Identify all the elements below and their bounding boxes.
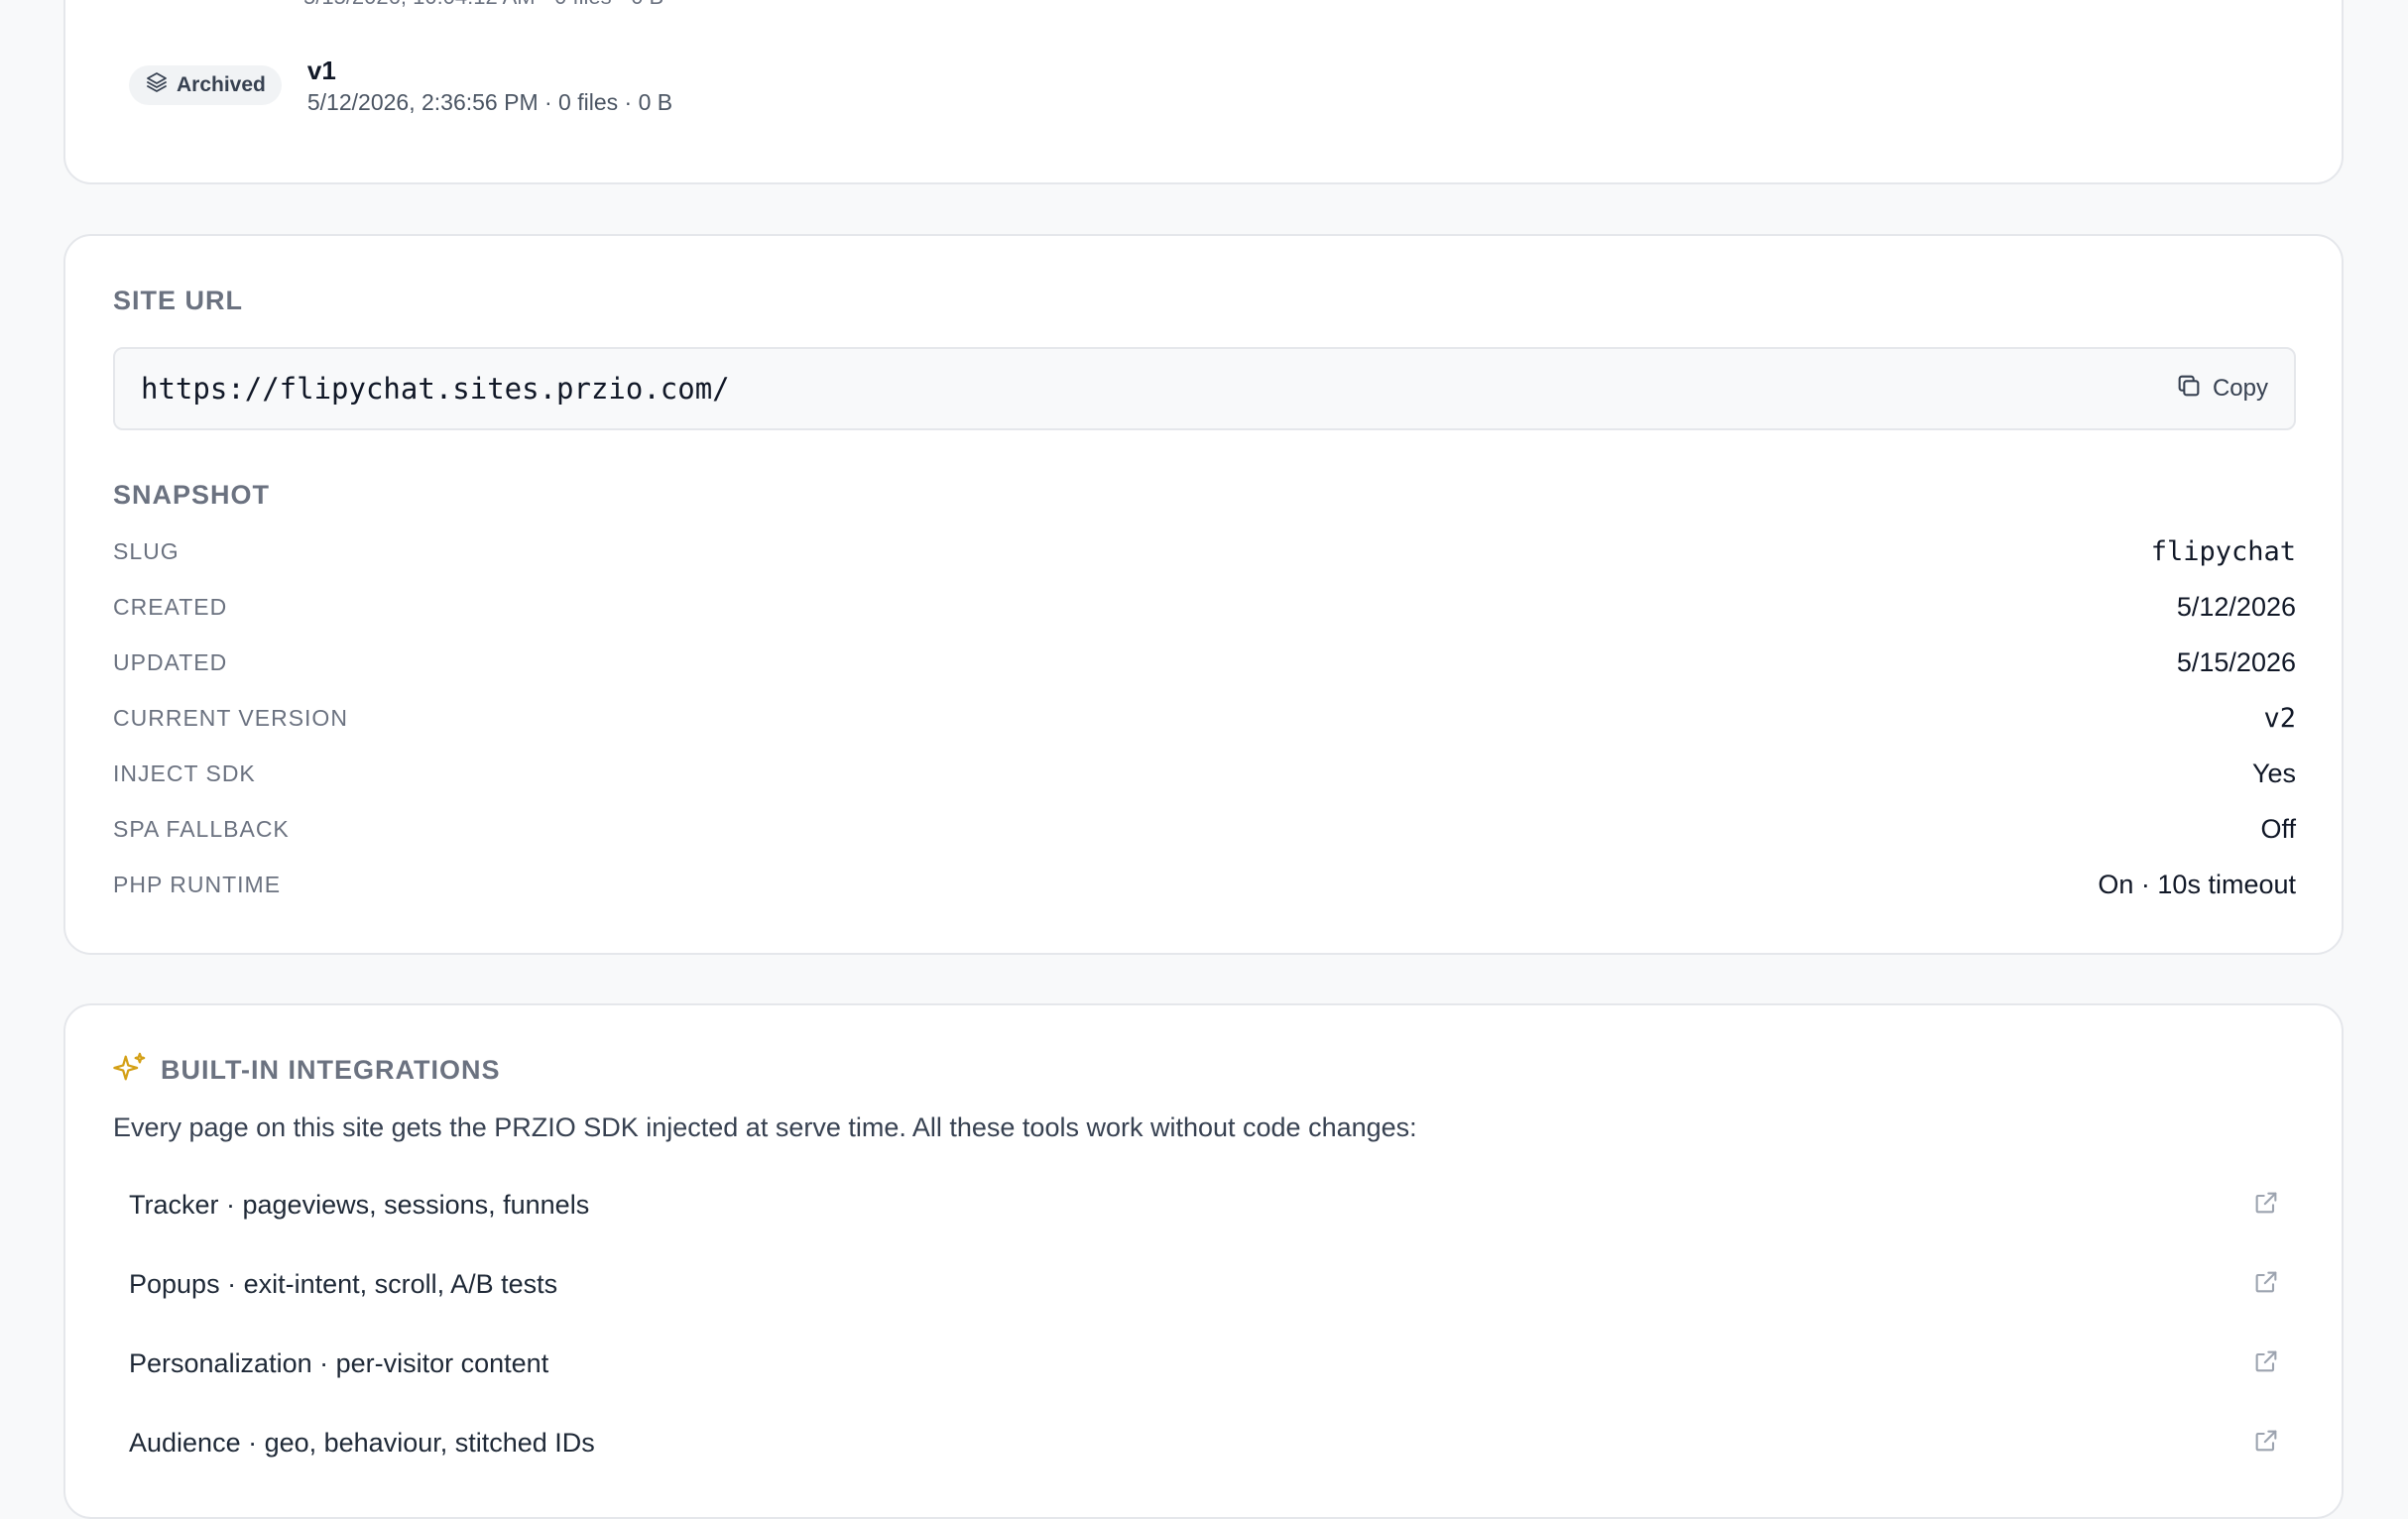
copy-icon bbox=[2175, 372, 2203, 407]
integration-label: Audience · geo, behaviour, stitched IDs bbox=[129, 1427, 595, 1458]
snapshot-key: SPA FALLBACK bbox=[113, 815, 290, 842]
version-meta: 5/12/2026, 2:36:56 PM · 0 files · 0 B bbox=[306, 89, 673, 115]
archived-badge: Archived bbox=[129, 65, 282, 105]
sparkles-icon bbox=[113, 1051, 147, 1090]
archived-badge-label: Archived bbox=[177, 73, 266, 96]
snapshot-key: UPDATED bbox=[113, 648, 228, 675]
snapshot-row-created: CREATED 5/12/2026 bbox=[113, 587, 2296, 627]
snapshot-title: SNAPSHOT bbox=[113, 480, 271, 510]
integrations-header: BUILT-IN INTEGRATIONS bbox=[113, 1051, 500, 1090]
copy-button[interactable]: Copy bbox=[2175, 372, 2268, 407]
version-meta-cutoff: 5/15/2026, 10:04:12 AM · 0 files · 0 B bbox=[303, 0, 663, 10]
site-url-box: https://flipychat.sites.przio.com/ Copy bbox=[113, 347, 2296, 430]
snapshot-value: On · 10s timeout bbox=[2098, 869, 2296, 899]
integration-item-popups[interactable]: Popups · exit-intent, scroll, A/B tests bbox=[113, 1249, 2296, 1319]
integration-item-tracker[interactable]: Tracker · pageviews, sessions, funnels bbox=[113, 1170, 2296, 1239]
external-link-icon[interactable] bbox=[2252, 1347, 2280, 1380]
snapshot-value: Yes bbox=[2251, 758, 2296, 788]
external-link-icon[interactable] bbox=[2252, 1427, 2280, 1460]
site-details-card: SITE URL https://flipychat.sites.przio.c… bbox=[63, 234, 2344, 955]
snapshot-key: CREATED bbox=[113, 593, 228, 620]
external-link-icon[interactable] bbox=[2252, 1268, 2280, 1301]
version-row-v1[interactable]: Archived v1 5/12/2026, 2:36:56 PM · 0 fi… bbox=[129, 56, 672, 116]
snapshot-row-current-version: CURRENT VERSION v2 bbox=[113, 698, 2296, 738]
external-link-icon[interactable] bbox=[2252, 1189, 2280, 1222]
version-name: v1 bbox=[306, 56, 336, 85]
integration-label: Personalization · per-visitor content bbox=[129, 1347, 549, 1378]
snapshot-value: 5/15/2026 bbox=[2176, 646, 2296, 677]
copy-button-label: Copy bbox=[2212, 375, 2268, 402]
versions-card: 5/15/2026, 10:04:12 AM · 0 files · 0 B A… bbox=[63, 0, 2344, 184]
snapshot-value: 5/12/2026 bbox=[2176, 591, 2296, 622]
integration-label: Tracker · pageviews, sessions, funnels bbox=[129, 1189, 590, 1220]
snapshot-row-php-runtime: PHP RUNTIME On · 10s timeout bbox=[113, 865, 2296, 904]
integrations-title: BUILT-IN INTEGRATIONS bbox=[161, 1055, 501, 1085]
snapshot-row-slug: SLUG flipychat bbox=[113, 531, 2296, 571]
snapshot-key: CURRENT VERSION bbox=[113, 704, 348, 731]
version-info: v1 5/12/2026, 2:36:56 PM · 0 files · 0 B bbox=[307, 56, 672, 116]
integration-item-audience[interactable]: Audience · geo, behaviour, stitched IDs bbox=[113, 1408, 2296, 1477]
snapshot-value: Off bbox=[2260, 813, 2296, 844]
site-url-text[interactable]: https://flipychat.sites.przio.com/ bbox=[141, 372, 730, 406]
snapshot-row-updated: UPDATED 5/15/2026 bbox=[113, 643, 2296, 682]
snapshot-key: SLUG bbox=[113, 537, 180, 564]
snapshot-row-inject-sdk: INJECT SDK Yes bbox=[113, 754, 2296, 793]
snapshot-value: v2 bbox=[2263, 702, 2296, 734]
integration-item-personalization[interactable]: Personalization · per-visitor content bbox=[113, 1329, 2296, 1398]
snapshot-key: PHP RUNTIME bbox=[113, 871, 282, 897]
snapshot-row-spa-fallback: SPA FALLBACK Off bbox=[113, 809, 2296, 849]
snapshot-key: INJECT SDK bbox=[113, 760, 256, 786]
snapshot-value: flipychat bbox=[2150, 535, 2296, 567]
integrations-description: Every page on this site gets the PRZIO S… bbox=[113, 1112, 1417, 1142]
integration-label: Popups · exit-intent, scroll, A/B tests bbox=[129, 1268, 558, 1299]
integrations-card: BUILT-IN INTEGRATIONS Every page on this… bbox=[63, 1003, 2344, 1519]
layers-icon bbox=[145, 70, 169, 100]
site-url-title: SITE URL bbox=[113, 286, 244, 315]
